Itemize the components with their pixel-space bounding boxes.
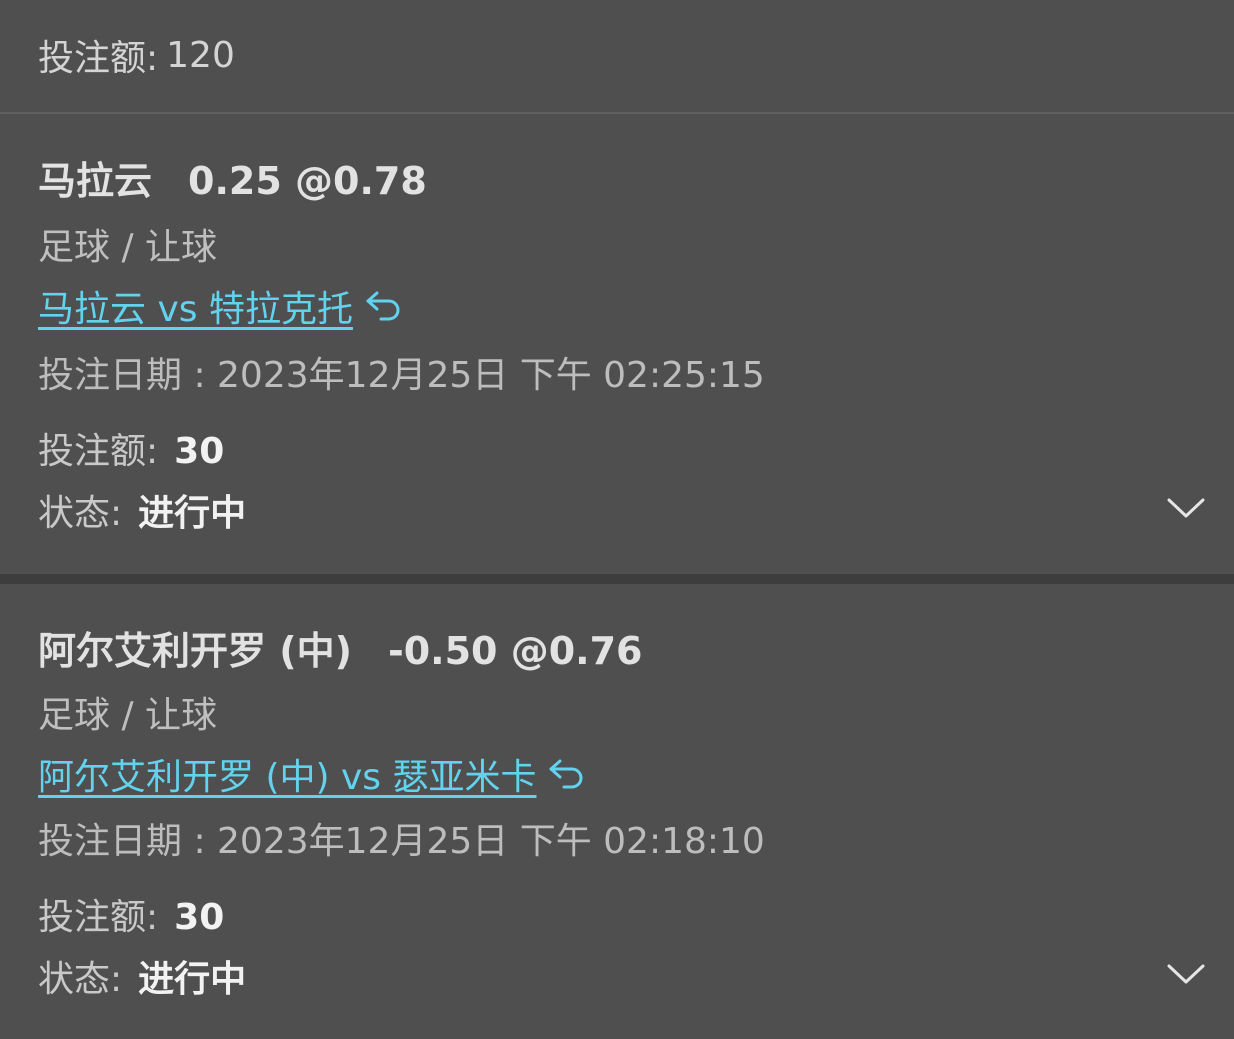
bet-status-label: 状态: [38,959,123,1000]
bet-date-label: 投注日期 : [38,355,218,396]
match-link[interactable]: 阿尔艾利开罗 (中) vs 瑟亚米卡 [38,748,588,800]
bet-selection: 阿尔艾利开罗 (中) [38,629,352,673]
bet-amount-value: 30 [174,431,225,472]
bet-date: 投注日期 : 2023年12月25日 下午 02:18:10 [38,812,765,864]
sport-market: 足球 / 让球 [38,227,218,268]
return-arrow-icon[interactable] [363,289,405,323]
total-stake-summary: 投注额: 120 [0,0,1234,114]
bet-status: 状态: 进行中 [38,484,246,536]
bet-odds: -0.50 @0.76 [387,629,643,673]
bet-amount-label: 投注额: [38,431,159,472]
return-arrow-icon[interactable] [546,757,588,791]
total-stake-value: 120 [166,34,235,76]
bet-amount-value: 30 [174,897,225,938]
match-link-text[interactable]: 阿尔艾利开罗 (中) vs 瑟亚米卡 [38,748,536,800]
bet-amount: 投注额: 30 [38,888,224,940]
total-stake-label: 投注额: [38,38,159,79]
bet-status: 状态: 进行中 [38,950,246,1002]
bet-amount: 投注额: 30 [38,422,224,474]
bet-selection-headline: 马拉云 0.25 @0.78 [38,150,427,205]
chevron-down-icon[interactable] [1166,962,1206,986]
chevron-down-icon[interactable] [1166,496,1206,520]
bet-card: 马拉云 0.25 @0.78 足球 / 让球 马拉云 vs 特拉克托 投注日期 :… [0,114,1234,574]
match-link-text[interactable]: 马拉云 vs 特拉克托 [38,280,353,332]
bet-date-value: 2023年12月25日 下午 02:18:10 [217,821,765,862]
card-divider [0,574,1234,584]
bet-selection: 马拉云 [38,159,153,203]
bet-card: 阿尔艾利开罗 (中) -0.50 @0.76 足球 / 让球 阿尔艾利开罗 (中)… [0,584,1234,1037]
bet-amount-label: 投注额: [38,897,159,938]
bet-history-page: 投注额: 120 马拉云 0.25 @0.78 足球 / 让球 马拉云 vs 特拉… [0,0,1234,1039]
sport-market: 足球 / 让球 [38,695,218,736]
bet-status-value: 进行中 [138,959,247,1000]
bet-selection-headline: 阿尔艾利开罗 (中) -0.50 @0.76 [38,620,642,675]
bet-status-label: 状态: [38,493,123,534]
bet-date-value: 2023年12月25日 下午 02:25:15 [217,355,765,396]
bet-odds: 0.25 @0.78 [188,159,427,203]
bet-status-value: 进行中 [138,493,247,534]
bet-date-label: 投注日期 : [38,821,218,862]
bet-date: 投注日期 : 2023年12月25日 下午 02:25:15 [38,346,765,398]
match-link[interactable]: 马拉云 vs 特拉克托 [38,280,405,332]
